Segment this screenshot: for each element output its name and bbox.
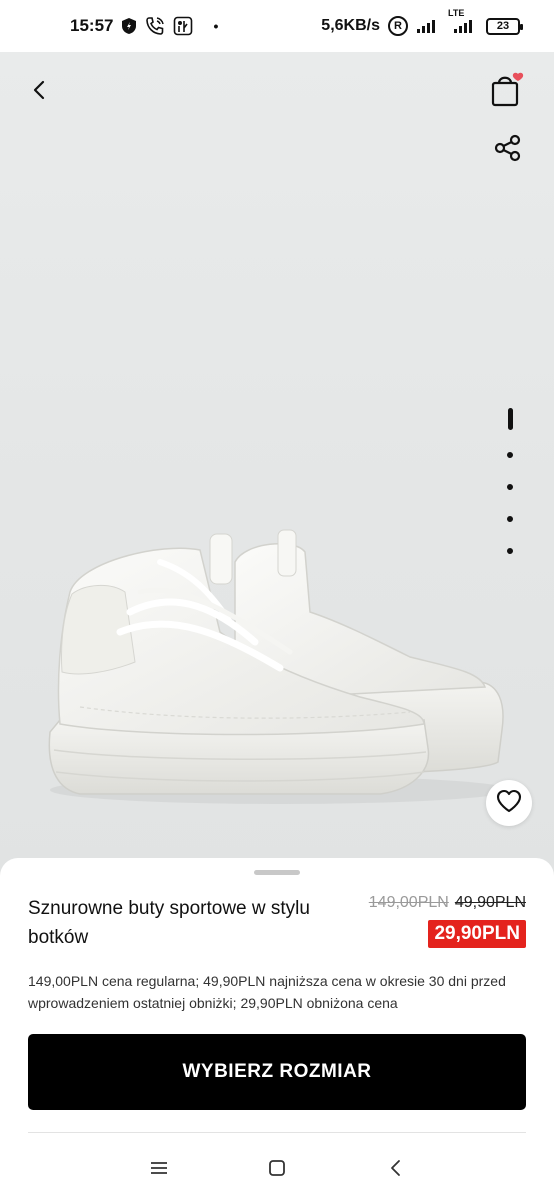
gallery-pagination: [504, 408, 516, 580]
pagination-dot[interactable]: [507, 516, 513, 522]
back-triangle-icon: [388, 1159, 402, 1182]
product-title: Sznurowne buty sportowe w stylu botków: [28, 898, 310, 948]
price-disclaimer: 149,00PLN cena regularna; 49,90PLN najni…: [28, 973, 506, 1011]
system-navigation-bar: [0, 1140, 554, 1200]
sheet-drag-handle[interactable]: [254, 870, 300, 875]
lte-signal-icon: LTE: [448, 8, 478, 34]
shopping-bag-icon: [486, 70, 526, 115]
heart-icon: [496, 789, 522, 818]
roaming-icon: R: [388, 16, 408, 36]
cart-button[interactable]: [484, 70, 528, 114]
pagination-dot[interactable]: [507, 452, 513, 458]
clock: 15:57: [70, 16, 114, 35]
app-notification-icon: [173, 16, 193, 36]
recent-apps-button[interactable]: [139, 1150, 179, 1190]
pagination-active-indicator: [507, 408, 513, 430]
old-prices: 149,00PLN 49,90PLN: [369, 894, 526, 912]
phone-call-icon: [145, 16, 165, 36]
product-image-gallery[interactable]: [0, 52, 554, 882]
square-icon: [268, 1159, 286, 1182]
favorite-button[interactable]: [486, 780, 532, 826]
price-block: 149,00PLN 49,90PLN 29,90PLN: [369, 894, 526, 948]
lowest-price: 49,90PLN: [454, 894, 526, 911]
pagination-dot[interactable]: [507, 484, 513, 490]
share-button[interactable]: [488, 130, 528, 170]
product-photo: [48, 529, 510, 804]
system-back-button[interactable]: [375, 1150, 415, 1190]
signal-icon: [416, 18, 440, 34]
divider: [28, 1132, 526, 1133]
roaming-label: R: [394, 20, 402, 32]
menu-icon: [150, 1161, 168, 1180]
battery-level: 23: [496, 20, 510, 32]
status-bar: 15:57 • 5,6KB/s R LTE 23: [0, 0, 554, 52]
share-icon: [493, 133, 523, 168]
status-right: 5,6KB/s R LTE 23: [321, 8, 523, 36]
sale-price-badge: 29,90PLN: [428, 920, 526, 948]
network-speed: 5,6KB/s: [321, 17, 380, 34]
chevron-left-icon: [28, 78, 52, 107]
status-left: 15:57 •: [70, 16, 218, 36]
battery-icon: 23: [486, 17, 523, 35]
home-button[interactable]: [257, 1150, 297, 1190]
lte-label: LTE: [448, 8, 465, 18]
regular-price: 149,00PLN: [368, 894, 449, 911]
pagination-dot[interactable]: [507, 548, 513, 554]
select-size-button[interactable]: WYBIERZ ROZMIAR: [28, 1034, 526, 1110]
back-button[interactable]: [22, 74, 58, 110]
shield-icon: [121, 17, 137, 35]
status-dot: •: [213, 18, 219, 34]
